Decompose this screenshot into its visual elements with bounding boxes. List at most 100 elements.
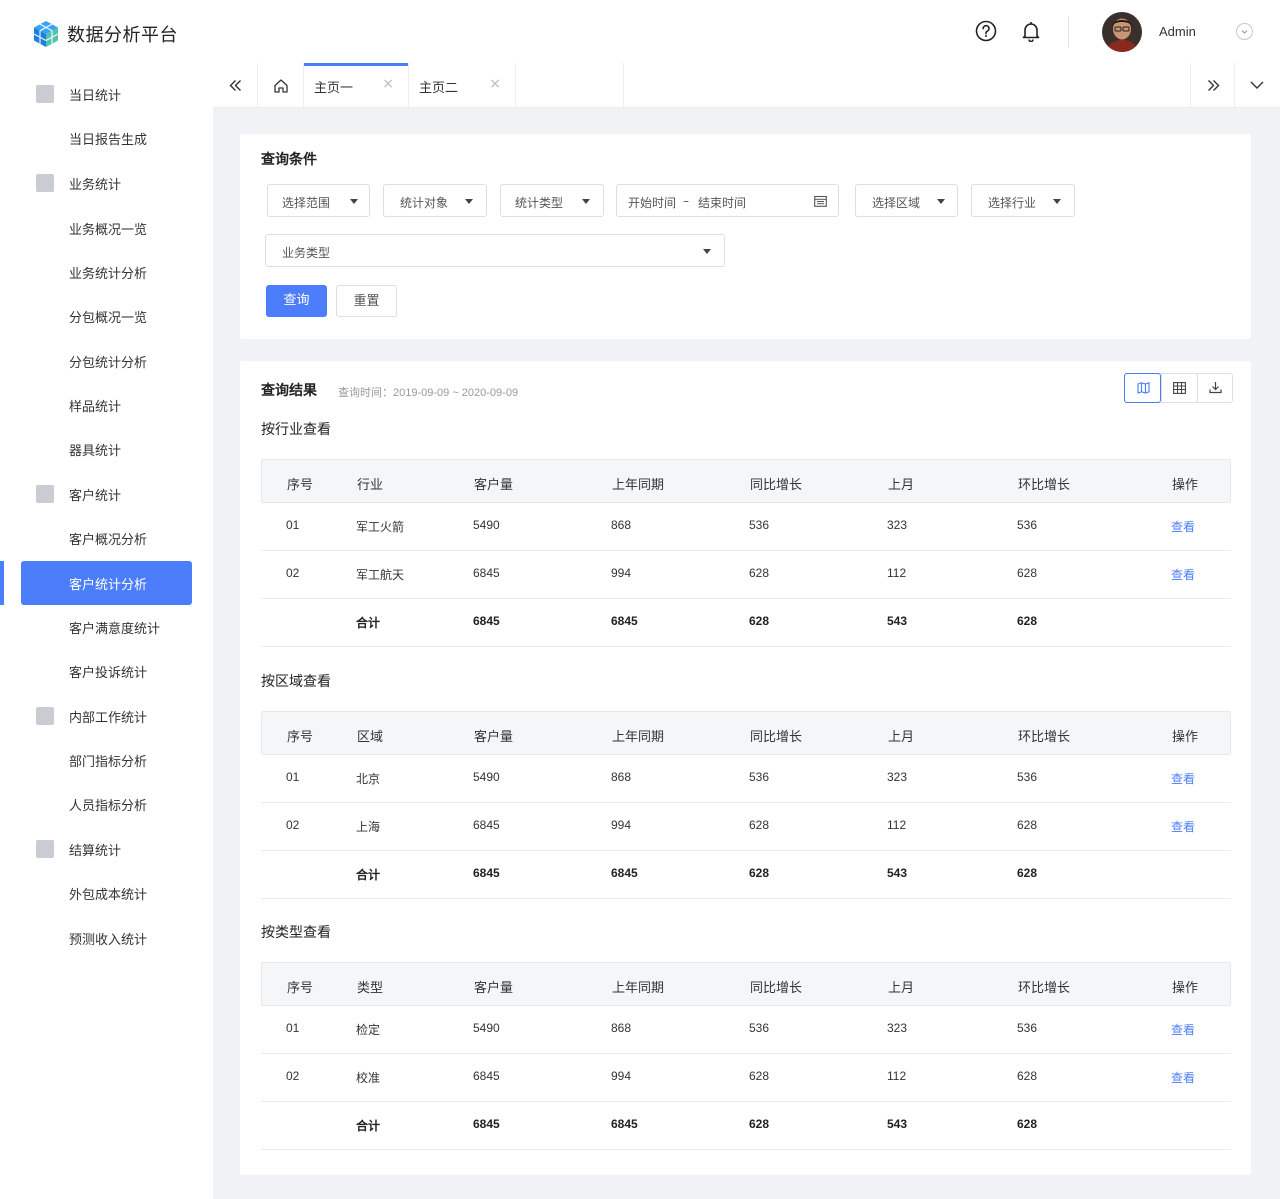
- sidebar-item[interactable]: 部门指标分析: [0, 740, 213, 780]
- table-header: 序号 区域 客户量 上年同期 同比增长 上月 环比增长 操作: [261, 711, 1231, 755]
- business-type-select[interactable]: 业务类型: [265, 234, 725, 267]
- row-name: 军工火箭: [356, 520, 405, 534]
- sidebar-item[interactable]: 当日报告生成: [0, 118, 213, 158]
- sidebar-item[interactable]: 客户概况分析: [0, 518, 213, 558]
- sidebar-item[interactable]: 客户统计分析: [0, 561, 213, 605]
- col-header: 上月: [888, 730, 915, 745]
- reset-button[interactable]: 重置: [336, 285, 397, 317]
- sidebar-item[interactable]: 业务统计: [0, 163, 213, 203]
- sidebar-item[interactable]: 当日统计: [0, 74, 213, 114]
- cell-mom: 536: [1017, 1021, 1038, 1035]
- stats-table: 序号 行业 客户量 上年同期 同比增长 上月 环比增长 操作 01 军工火箭 5490 868 536 3…: [261, 459, 1231, 648]
- col-header: 环比增长: [1018, 730, 1071, 745]
- table-row-total: 合计 6845 6845 628 543 628: [261, 599, 1231, 647]
- target-select[interactable]: 统计对象: [383, 184, 487, 217]
- view-link[interactable]: 查看: [1171, 770, 1195, 787]
- sidebar-item[interactable]: 业务统计分析: [0, 252, 213, 292]
- sidebar-item[interactable]: 样品统计: [0, 385, 213, 425]
- sidebar-item[interactable]: 器具统计: [0, 429, 213, 469]
- sidebar-item[interactable]: 客户投诉统计: [0, 651, 213, 691]
- view-link[interactable]: 查看: [1171, 818, 1195, 835]
- calendar-icon: [814, 195, 827, 207]
- col-header: 环比增长: [1018, 478, 1071, 493]
- total-label: 合计: [356, 868, 381, 882]
- tab-main-1[interactable]: 主页一 ×: [304, 63, 409, 108]
- bar-chart-icon: [36, 174, 54, 192]
- user-name[interactable]: Admin: [1159, 24, 1196, 39]
- sidebar-item[interactable]: 人员指标分析: [0, 784, 213, 824]
- query-button[interactable]: 查询: [266, 285, 327, 317]
- col-header: 同比增长: [750, 478, 803, 493]
- total-mom: 628: [1017, 866, 1038, 880]
- view-link[interactable]: 查看: [1171, 518, 1195, 535]
- bell-icon[interactable]: [1020, 20, 1042, 42]
- tab-empty-slot: [516, 63, 624, 108]
- header-divider: [1068, 16, 1069, 48]
- row-number: 02: [286, 1069, 300, 1083]
- date-range-picker[interactable]: 开始时间 – 结束时间: [616, 184, 839, 217]
- col-header: 同比增长: [750, 730, 803, 745]
- user-avatar[interactable]: [1102, 12, 1142, 52]
- tab-main-2[interactable]: 主页二 ×: [409, 63, 516, 108]
- sidebar-item[interactable]: 结算统计: [0, 829, 213, 869]
- close-icon[interactable]: ×: [382, 76, 394, 92]
- close-icon[interactable]: ×: [489, 76, 501, 92]
- query-card: 查询条件 选择范围 统计对象 统计类型 开始时间 – 结束时间 选择区域 选择行…: [240, 134, 1251, 339]
- scroll-right-button[interactable]: [1190, 63, 1235, 108]
- view-link[interactable]: 查看: [1171, 566, 1195, 583]
- caret-down-icon: [465, 199, 473, 204]
- cell-customers: 6845: [473, 566, 500, 580]
- sidebar-item-label: 人员指标分析: [69, 799, 148, 814]
- active-indicator: [0, 561, 4, 605]
- download-button[interactable]: [1197, 374, 1233, 402]
- table-icon: [1173, 382, 1186, 394]
- chevron-down-circle-icon[interactable]: [1236, 23, 1253, 40]
- sidebar-item[interactable]: 客户统计: [0, 474, 213, 514]
- sidebar-item[interactable]: 预测收入统计: [0, 918, 213, 958]
- cell-last-month: 112: [887, 818, 907, 832]
- cell-yoy: 628: [749, 818, 770, 832]
- tab-home[interactable]: [258, 63, 304, 108]
- select-label: 选择区域: [872, 196, 921, 210]
- sidebar-item[interactable]: 客户满意度统计: [0, 607, 213, 647]
- col-header: 序号: [287, 981, 314, 996]
- stat-type-select[interactable]: 统计类型: [500, 184, 604, 217]
- sidebar-item[interactable]: 分包统计分析: [0, 341, 213, 381]
- sidebar-item[interactable]: 外包成本统计: [0, 873, 213, 913]
- line-chart-icon: [36, 707, 54, 725]
- total-label: 合计: [356, 1119, 381, 1133]
- industry-select[interactable]: 选择行业: [971, 184, 1075, 217]
- scope-select[interactable]: 选择范围: [267, 184, 370, 217]
- cell-last-year: 994: [611, 818, 632, 832]
- col-header: 上月: [888, 478, 915, 493]
- region-select[interactable]: 选择区域: [855, 184, 958, 217]
- sidebar-item-label: 业务统计分析: [69, 267, 148, 282]
- collapse-left-button[interactable]: [213, 63, 258, 108]
- stats-table: 序号 类型 客户量 上年同期 同比增长 上月 环比增长 操作 01 检定 5490 868 536 323…: [261, 962, 1231, 1151]
- cell-customers: 5490: [473, 518, 500, 532]
- total-last-month: 543: [887, 866, 908, 880]
- total-yoy: 628: [749, 1117, 770, 1131]
- sidebar-item-label: 外包成本统计: [69, 888, 148, 903]
- cell-mom: 628: [1017, 566, 1038, 580]
- col-header: 操作: [1172, 730, 1199, 745]
- query-time: 查询时间：2019-09-09 ~ 2020-09-09: [338, 387, 519, 399]
- view-link[interactable]: 查看: [1171, 1021, 1195, 1038]
- sidebar-item[interactable]: 分包概况一览: [0, 296, 213, 336]
- tab-menu-button[interactable]: [1235, 63, 1280, 108]
- table-row: 01 军工火箭 5490 868 536 323 536 查看: [261, 503, 1231, 551]
- sidebar-item[interactable]: 业务概况一览: [0, 208, 213, 248]
- col-header: 行业: [357, 478, 384, 493]
- view-link[interactable]: 查看: [1171, 1069, 1195, 1086]
- table-view-button[interactable]: [1161, 374, 1197, 402]
- home-icon: [274, 79, 288, 93]
- top-header: 数据分析平台 Admin: [0, 0, 1280, 63]
- total-mom: 628: [1017, 614, 1038, 628]
- map-view-button[interactable]: [1124, 373, 1161, 403]
- col-header: 类型: [357, 981, 384, 996]
- chevron-down-icon: [1250, 81, 1264, 89]
- row-name: 北京: [356, 772, 381, 786]
- help-circle-icon[interactable]: [975, 20, 997, 42]
- cell-mom: 536: [1017, 518, 1038, 532]
- sidebar-item[interactable]: 内部工作统计: [0, 696, 213, 736]
